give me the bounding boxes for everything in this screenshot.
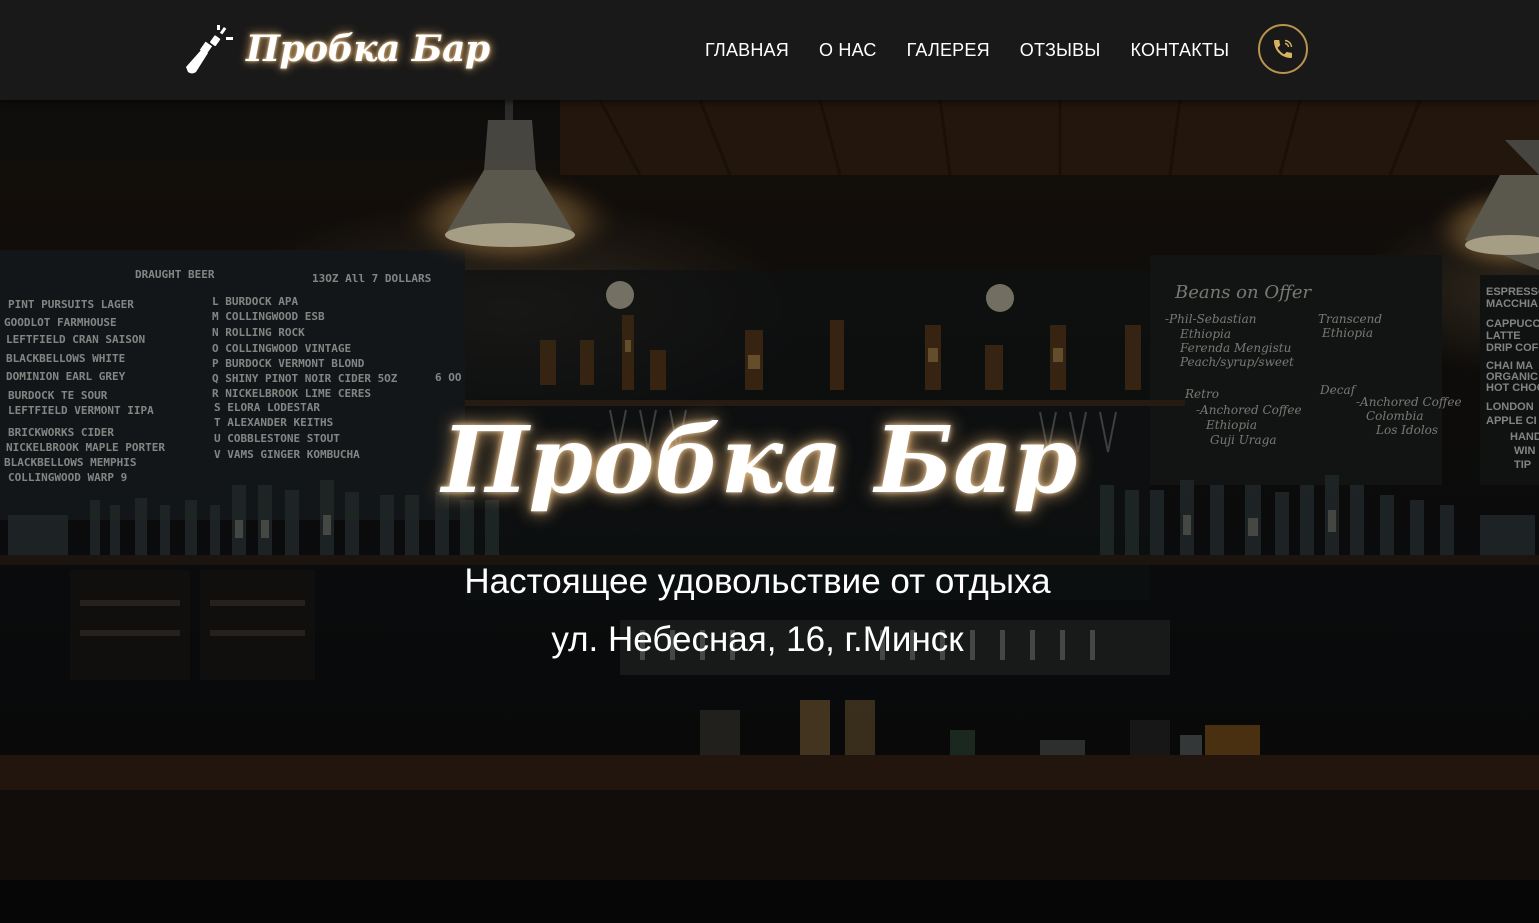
phone-icon — [1274, 39, 1293, 58]
site-header: Пробка Бар ГЛАВНАЯ О НАС ГАЛЕРЕЯ ОТЗЫВЫ … — [0, 0, 1539, 100]
nav-home[interactable]: ГЛАВНАЯ — [705, 40, 789, 61]
hero-title: Пробка Бар — [441, 406, 1078, 514]
nav-contacts[interactable]: КОНТАКТЫ — [1131, 40, 1230, 61]
logo-text: Пробка Бар — [246, 28, 490, 70]
hero-tagline: Настоящее удовольствие от отдыха — [464, 562, 1051, 601]
hero-section: DRAUGHT BEER 13OZ All 7 DOLLARS PINT PUR… — [0, 100, 1539, 923]
champagne-pop-icon — [186, 25, 233, 74]
phone-button[interactable] — [1258, 24, 1308, 74]
hero-address: ул. Небесная, 16, г.Минск — [551, 620, 964, 659]
nav-about[interactable]: О НАС — [819, 40, 877, 61]
logo-link[interactable]: Пробка Бар — [182, 14, 490, 84]
nav-gallery[interactable]: ГАЛЕРЕЯ — [907, 40, 990, 61]
nav-reviews[interactable]: ОТЗЫВЫ — [1020, 40, 1101, 61]
main-nav: ГЛАВНАЯ О НАС ГАЛЕРЕЯ ОТЗЫВЫ КОНТАКТЫ — [690, 0, 1244, 100]
